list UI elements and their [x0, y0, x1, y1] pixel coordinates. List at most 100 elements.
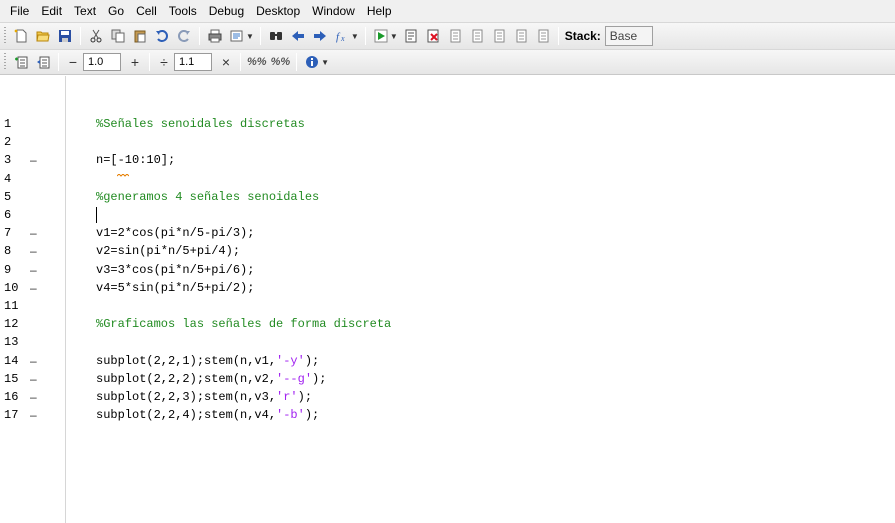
new-file-button[interactable] — [10, 25, 32, 47]
code-text: v2=sin(pi*n/5+pi/4); — [96, 243, 240, 260]
step-out-icon — [494, 29, 505, 43]
redo-button[interactable] — [173, 25, 195, 47]
chevron-down-icon[interactable]: ▼ — [321, 58, 329, 67]
code-text: %Señales senoidales discretas — [96, 116, 305, 133]
cut-button[interactable] — [85, 25, 107, 47]
line-number: 15 — [4, 371, 19, 386]
paste-icon — [134, 30, 146, 43]
step-out-button[interactable] — [488, 25, 510, 47]
breakpoint-marker[interactable]: – — [30, 371, 40, 388]
code-line[interactable]: 5 %generamos 4 señales senoidales — [0, 189, 895, 206]
breakpoint-marker[interactable]: – — [30, 152, 40, 169]
code-line[interactable]: 14– subplot(2,2,1);stem(n,v1,'-y'); — [0, 353, 895, 370]
warning-underline[interactable] — [116, 166, 130, 178]
run-button[interactable] — [370, 25, 392, 47]
set-breakpoint-button[interactable] — [400, 25, 422, 47]
menu-window[interactable]: Window — [306, 0, 361, 22]
code-line[interactable]: 3 – n=[-10:10]; — [0, 152, 895, 169]
line-number: 3 — [4, 153, 12, 168]
menu-go[interactable]: Go — [102, 0, 130, 22]
step-in-button[interactable] — [466, 25, 488, 47]
uncomment-button[interactable]: %% — [269, 56, 293, 68]
line-number: 14 — [4, 353, 19, 368]
stack-select[interactable]: Base — [604, 26, 653, 46]
find-button[interactable] — [265, 25, 287, 47]
comment-icon — [230, 30, 243, 42]
help-button[interactable] — [301, 51, 323, 73]
comment-button[interactable] — [226, 25, 248, 47]
code-line[interactable]: 8 – v2=sin(pi*n/5+pi/4); — [0, 243, 895, 260]
menu-help[interactable]: Help — [361, 0, 398, 22]
chevron-down-icon[interactable]: ▼ — [390, 32, 398, 41]
code-line[interactable]: 10– v4=5*sin(pi*n/5+pi/2); — [0, 280, 895, 297]
code-line[interactable]: 7 – v1=2*cos(pi*n/5-pi/3); — [0, 225, 895, 242]
menu-desktop[interactable]: Desktop — [250, 0, 306, 22]
clear-breakpoint-button[interactable] — [422, 25, 444, 47]
print-button[interactable] — [204, 25, 226, 47]
menu-text[interactable]: Text — [68, 0, 102, 22]
stack-label: Stack: — [564, 29, 601, 43]
insert-cell-break-button[interactable] — [10, 51, 32, 73]
increment-button[interactable]: + — [125, 54, 145, 70]
breakpoint-marker[interactable]: – — [30, 262, 40, 279]
toolbar-grip[interactable] — [2, 53, 8, 71]
menu-edit[interactable]: Edit — [35, 0, 68, 22]
menu-file[interactable]: File — [4, 0, 35, 22]
code-line[interactable]: 16– subplot(2,2,3);stem(n,v3,'r'); — [0, 389, 895, 406]
evaluate-cell-button[interactable] — [32, 51, 54, 73]
code-token: v4=5*sin(pi*n/5+pi/2); — [96, 280, 255, 295]
code-line[interactable]: 17– subplot(2,2,4);stem(n,v4,'-b'); — [0, 407, 895, 424]
toolbar-separator — [557, 27, 559, 45]
breakpoint-marker[interactable]: – — [30, 353, 40, 370]
breakpoint-marker[interactable]: – — [30, 225, 40, 242]
undo-button[interactable] — [151, 25, 173, 47]
menu-cell[interactable]: Cell — [130, 0, 163, 22]
code-token: ); — [312, 371, 327, 386]
open-file-button[interactable] — [32, 25, 54, 47]
code-token: subplot(2,2,3);stem(n,v3, — [96, 390, 277, 404]
forward-button[interactable] — [309, 25, 331, 47]
step-button[interactable] — [444, 25, 466, 47]
line-number: 13 — [4, 335, 19, 350]
toolbar-grip[interactable] — [2, 27, 8, 45]
decrement-button[interactable]: − — [63, 54, 83, 70]
menu-debug[interactable]: Debug — [203, 0, 250, 22]
code-string: '-y' — [276, 353, 305, 368]
chevron-down-icon[interactable]: ▼ — [246, 32, 254, 41]
step-in-icon — [472, 29, 483, 43]
menu-tools[interactable]: Tools — [163, 0, 203, 22]
continue-button[interactable] — [510, 25, 532, 47]
multiply-button[interactable]: × — [216, 54, 236, 70]
code-line[interactable]: 9 – v3=3*cos(pi*n/5+pi/6); — [0, 262, 895, 279]
code-text: subplot(2,2,1);stem(n,v1,'-y'); — [96, 353, 319, 370]
text-cursor — [96, 207, 97, 223]
code-token: n=[-10:10]; — [96, 153, 176, 168]
insert-comment-button[interactable]: %% — [245, 56, 269, 68]
function-button[interactable]: fx — [331, 25, 353, 47]
code-line[interactable]: 15– subplot(2,2,2);stem(n,v2,'--g'); — [0, 371, 895, 388]
back-button[interactable] — [287, 25, 309, 47]
code-line[interactable]: 6 — [0, 207, 895, 224]
code-line[interactable]: 11 — [0, 298, 895, 315]
code-line[interactable]: 13 — [0, 334, 895, 351]
breakpoint-marker[interactable]: – — [30, 243, 40, 260]
breakpoint-marker[interactable]: – — [30, 280, 40, 297]
breakpoint-marker[interactable]: – — [30, 389, 40, 406]
divide-button[interactable]: ÷ — [154, 54, 174, 70]
divide-value-field[interactable] — [174, 53, 212, 71]
decrement-value-field[interactable] — [83, 53, 121, 71]
paste-button[interactable] — [129, 25, 151, 47]
code-line[interactable]: 12 %Graficamos las señales de forma discr… — [0, 316, 895, 333]
copy-button[interactable] — [107, 25, 129, 47]
code-line[interactable]: 4 — [0, 171, 895, 188]
save-button[interactable] — [54, 25, 76, 47]
exit-debug-button[interactable] — [532, 25, 554, 47]
code-editor[interactable]: 1 %Señales senoidales discretas 2 3 – n=[-10:… — [0, 76, 895, 523]
code-line[interactable]: 1 %Señales senoidales discretas — [0, 116, 895, 133]
cut-icon — [90, 29, 102, 43]
code-text: v3=3*cos(pi*n/5+pi/6); — [96, 262, 254, 279]
toolbar-separator — [80, 27, 81, 45]
code-line[interactable]: 2 — [0, 134, 895, 151]
chevron-down-icon[interactable]: ▼ — [351, 32, 359, 41]
breakpoint-marker[interactable]: – — [30, 407, 40, 424]
